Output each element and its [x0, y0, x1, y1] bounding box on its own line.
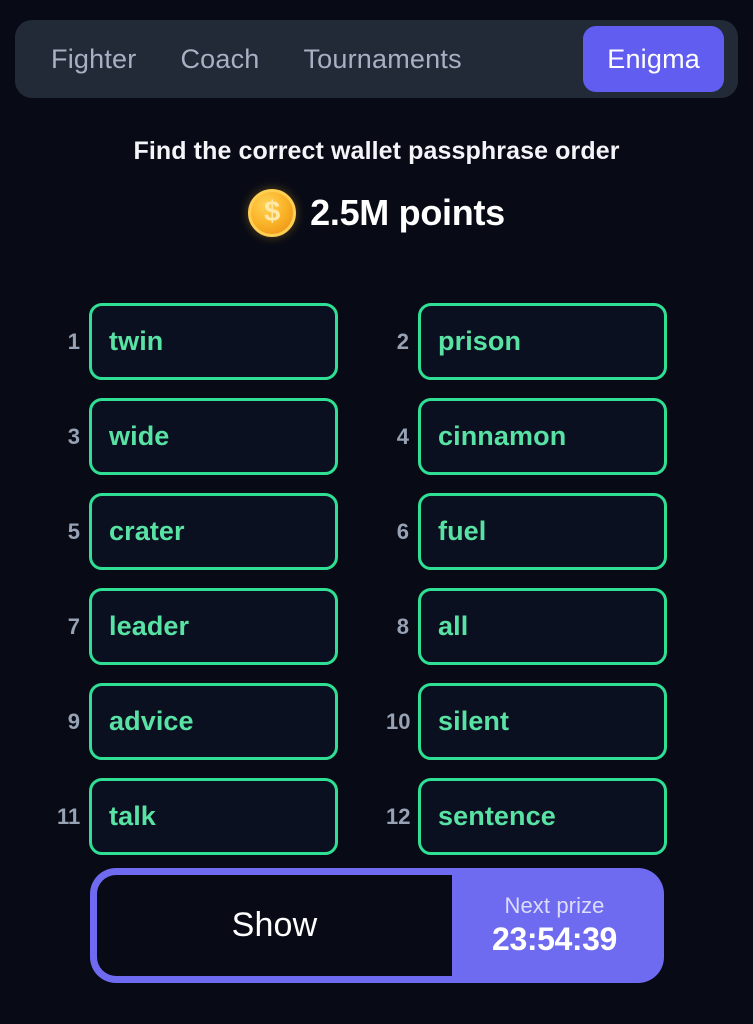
word-label: fuel	[438, 516, 487, 546]
show-button-label: Show	[231, 906, 318, 944]
word-cell: 8 all	[386, 588, 667, 665]
word-label: all	[438, 611, 469, 641]
word-cell: 7 leader	[57, 588, 338, 665]
word-label: prison	[438, 326, 522, 356]
word-index: 1	[67, 328, 80, 354]
word-label: silent	[438, 706, 510, 736]
word-index: 7	[67, 613, 80, 639]
word-index: 5	[67, 518, 80, 544]
word-box[interactable]: crater	[89, 493, 338, 570]
word-label: advice	[109, 706, 194, 736]
passphrase-word-grid: 1 twin 2 prison 3 wide 4 cinnamon 5 crat…	[57, 303, 667, 855]
word-box[interactable]: wide	[89, 398, 338, 475]
word-index: 6	[396, 518, 409, 544]
tab-enigma[interactable]: Enigma	[583, 26, 724, 92]
word-label: cinnamon	[438, 421, 567, 451]
tab-coach[interactable]: Coach	[158, 44, 281, 75]
tab-tournaments[interactable]: Tournaments	[281, 44, 483, 75]
word-cell: 4 cinnamon	[386, 398, 667, 475]
word-box[interactable]: leader	[89, 588, 338, 665]
word-cell: 3 wide	[57, 398, 338, 475]
word-label: leader	[109, 611, 190, 641]
word-label: wide	[109, 421, 170, 451]
word-box[interactable]: twin	[89, 303, 338, 380]
bottom-action-bar: Show Next prize 23:54:39	[90, 868, 664, 983]
word-box[interactable]: silent	[418, 683, 667, 760]
coin-dollar-symbol: $	[264, 195, 281, 228]
word-index: 2	[396, 328, 409, 354]
word-cell: 9 advice	[57, 683, 338, 760]
word-box[interactable]: all	[418, 588, 667, 665]
next-prize-panel[interactable]: Next prize 23:54:39	[452, 875, 664, 976]
word-box[interactable]: talk	[89, 778, 338, 855]
word-index: 10	[386, 708, 411, 734]
word-box[interactable]: sentence	[418, 778, 667, 855]
gold-coin-dollar-icon: $	[248, 189, 297, 237]
tab-fighter[interactable]: Fighter	[29, 44, 158, 75]
word-label: crater	[109, 516, 185, 546]
top-navigation-bar: Fighter Coach Tournaments Enigma	[15, 20, 738, 98]
word-label: twin	[109, 326, 164, 356]
word-cell: 10 silent	[386, 683, 667, 760]
points-row: $ 2.5M points	[0, 189, 753, 237]
show-button[interactable]: Show	[97, 875, 452, 976]
word-label: sentence	[438, 801, 556, 831]
word-index: 9	[67, 708, 80, 734]
word-box[interactable]: cinnamon	[418, 398, 667, 475]
word-cell: 1 twin	[57, 303, 338, 380]
word-cell: 6 fuel	[386, 493, 667, 570]
word-box[interactable]: fuel	[418, 493, 667, 570]
word-index: 11	[57, 803, 81, 829]
word-cell: 11 talk	[57, 778, 338, 855]
word-box[interactable]: prison	[418, 303, 667, 380]
enigma-screen: Fighter Coach Tournaments Enigma Find th…	[0, 0, 753, 1024]
next-prize-label: Next prize	[504, 893, 605, 918]
points-value: 2.5M points	[310, 192, 505, 233]
word-index: 12	[386, 803, 411, 829]
word-index: 3	[67, 423, 80, 449]
word-index: 8	[396, 613, 409, 639]
word-cell: 12 sentence	[386, 778, 667, 855]
word-box[interactable]: advice	[89, 683, 338, 760]
next-prize-timer: 23:54:39	[492, 921, 617, 957]
word-cell: 2 prison	[386, 303, 667, 380]
word-index: 4	[396, 423, 409, 449]
page-title: Find the correct wallet passphrase order	[133, 137, 620, 165]
word-label: talk	[109, 801, 156, 831]
word-cell: 5 crater	[57, 493, 338, 570]
